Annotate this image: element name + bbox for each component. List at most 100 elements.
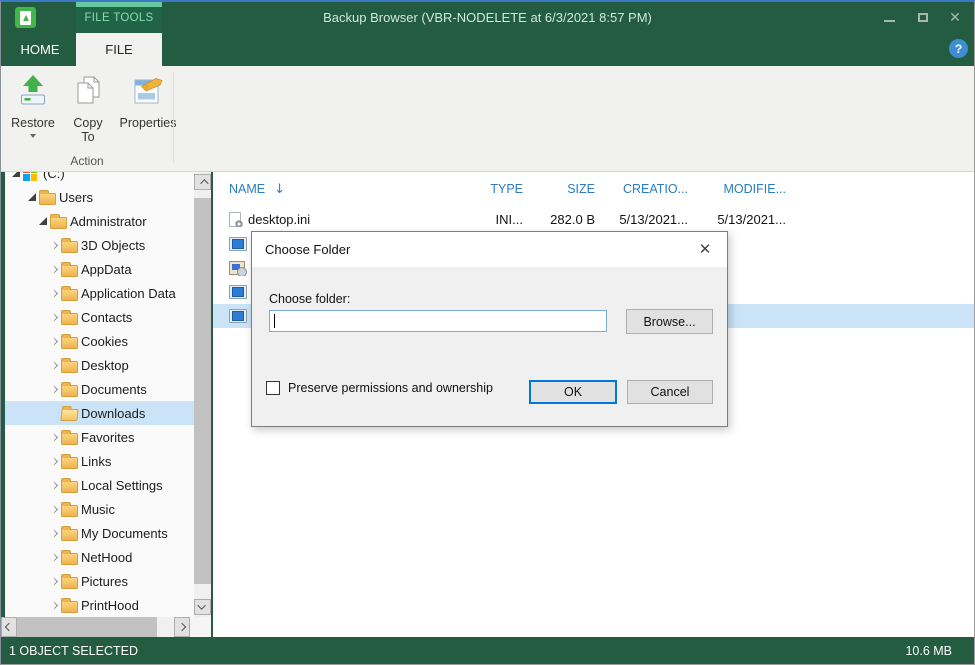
- collapsed-arrow-icon[interactable]: [47, 435, 61, 440]
- chevron-glyph: [50, 289, 57, 296]
- tree-item-favorites[interactable]: Favorites: [5, 425, 194, 449]
- chevron-glyph: [50, 481, 57, 488]
- file-row[interactable]: desktop.iniINI...282.0 B5/13/2021...5/13…: [213, 206, 974, 232]
- triangle-glyph: [28, 193, 36, 201]
- collapsed-arrow-icon[interactable]: [47, 267, 61, 272]
- ribbon-group-separator: [173, 72, 174, 163]
- folder-icon: [61, 430, 81, 445]
- scroll-left-icon[interactable]: [1, 617, 17, 637]
- column-header-label: TYPE: [490, 182, 523, 196]
- context-tab-file-tools[interactable]: FILE TOOLS: [76, 2, 162, 33]
- column-header-modified[interactable]: MODIFIE...: [690, 182, 788, 196]
- horizontal-scroll-thumb[interactable]: [17, 617, 157, 637]
- tree-item-links[interactable]: Links: [5, 449, 194, 473]
- copy-to-icon: [71, 73, 105, 112]
- collapsed-arrow-icon[interactable]: [47, 555, 61, 560]
- tree-vertical-scrollbar[interactable]: [194, 172, 211, 617]
- collapsed-arrow-icon[interactable]: [47, 483, 61, 488]
- tree-item-my-documents[interactable]: My Documents: [5, 521, 194, 545]
- column-header-name[interactable]: NAME↓: [213, 182, 455, 197]
- status-bar: 1 OBJECT SELECTED 10.6 MB: [1, 637, 974, 664]
- tree-item-label: PrintHood: [81, 598, 139, 613]
- close-icon[interactable]: ✕: [942, 2, 968, 33]
- tab-home[interactable]: HOME: [9, 33, 71, 66]
- collapsed-arrow-icon[interactable]: [47, 291, 61, 296]
- tree-item-pictures[interactable]: Pictures: [5, 569, 194, 593]
- folder-glyph: [50, 217, 67, 229]
- tree-item-music[interactable]: Music: [5, 497, 194, 521]
- chevron-glyph: [50, 577, 57, 584]
- chevron-glyph: [50, 313, 57, 320]
- collapsed-arrow-icon[interactable]: [47, 459, 61, 464]
- tree-item-users[interactable]: Users: [5, 185, 194, 209]
- restore-button[interactable]: Restore: [7, 70, 59, 156]
- tree-item-cookies[interactable]: Cookies: [5, 329, 194, 353]
- tree-item-label: Application Data: [81, 286, 176, 301]
- tree-item-local-settings[interactable]: Local Settings: [5, 473, 194, 497]
- collapsed-arrow-icon[interactable]: [47, 531, 61, 536]
- folder-icon: [50, 214, 70, 229]
- minimize-icon[interactable]: [876, 2, 902, 33]
- ok-button[interactable]: OK: [529, 380, 617, 404]
- ribbon: Restore Copy To: [1, 66, 974, 172]
- ribbon-tab-row: HOME FILE ?: [1, 33, 974, 66]
- tree-horizontal-scrollbar[interactable]: [1, 617, 212, 637]
- collapsed-arrow-icon[interactable]: [47, 339, 61, 344]
- choose-folder-dialog: Choose Folder ✕ Choose folder: Browse...…: [251, 231, 728, 427]
- tree-item-label: Contacts: [81, 310, 132, 325]
- column-header-type[interactable]: TYPE: [455, 182, 525, 196]
- help-icon[interactable]: ?: [949, 39, 968, 58]
- tree-item-desktop[interactable]: Desktop: [5, 353, 194, 377]
- file-creation-cell: 5/13/2021...: [597, 212, 690, 227]
- tree-item-application-data[interactable]: Application Data: [5, 281, 194, 305]
- collapsed-arrow-icon[interactable]: [47, 243, 61, 248]
- expanded-arrow-icon[interactable]: [25, 193, 39, 201]
- collapsed-arrow-icon[interactable]: [47, 579, 61, 584]
- tree-item-contacts[interactable]: Contacts: [5, 305, 194, 329]
- column-header-creation[interactable]: CREATIO...: [597, 182, 690, 196]
- status-selected-count: 1 OBJECT SELECTED: [9, 644, 138, 658]
- expanded-arrow-icon[interactable]: [9, 172, 23, 177]
- folder-glyph: [61, 313, 78, 325]
- triangle-glyph: [39, 217, 47, 225]
- tree-item-nethood[interactable]: NetHood: [5, 545, 194, 569]
- scroll-down-icon[interactable]: [194, 599, 211, 615]
- tree-item-label: My Documents: [81, 526, 168, 541]
- tree-item-downloads[interactable]: Downloads: [5, 401, 194, 425]
- file-type-cell: INI...: [455, 212, 525, 227]
- tab-file[interactable]: FILE: [76, 33, 162, 66]
- cancel-button[interactable]: Cancel: [627, 380, 713, 404]
- tree-item-administrator[interactable]: Administrator: [5, 209, 194, 233]
- tree-item-3d-objects[interactable]: 3D Objects: [5, 233, 194, 257]
- collapsed-arrow-icon[interactable]: [47, 507, 61, 512]
- tree-item-label: (C:): [43, 172, 65, 181]
- tree-item-c[interactable]: (C:): [5, 172, 194, 185]
- scroll-right-icon[interactable]: [174, 617, 190, 637]
- tree-item-label: Music: [81, 502, 115, 517]
- preserve-permissions-checkbox[interactable]: [266, 381, 280, 395]
- collapsed-arrow-icon[interactable]: [47, 603, 61, 608]
- copy-to-button[interactable]: Copy To: [65, 70, 111, 156]
- collapsed-arrow-icon[interactable]: [47, 387, 61, 392]
- installer-file-icon: [229, 261, 245, 275]
- properties-button[interactable]: Properties: [117, 70, 179, 156]
- vertical-scroll-thumb[interactable]: [194, 198, 211, 584]
- tree-item-documents[interactable]: Documents: [5, 377, 194, 401]
- folder-icon: [61, 310, 81, 325]
- expanded-arrow-icon[interactable]: [36, 217, 50, 225]
- choose-folder-input[interactable]: [270, 311, 606, 331]
- restore-page-glyph: [20, 11, 31, 25]
- tree-item-appdata[interactable]: AppData: [5, 257, 194, 281]
- folder-icon: [61, 526, 81, 541]
- folder-tree: (C:) UsersAdministrator3D ObjectsAppData A…: [5, 172, 194, 617]
- scroll-up-icon[interactable]: [194, 174, 211, 190]
- collapsed-arrow-icon[interactable]: [47, 363, 61, 368]
- collapsed-arrow-icon[interactable]: [47, 315, 61, 320]
- folder-icon: [61, 478, 81, 493]
- tree-item-printhood[interactable]: PrintHood: [5, 593, 194, 617]
- browse-button[interactable]: Browse...: [626, 309, 713, 334]
- dialog-close-icon[interactable]: ✕: [691, 236, 719, 262]
- column-header-size[interactable]: SIZE: [525, 182, 597, 196]
- maximize-icon[interactable]: [910, 2, 936, 33]
- dialog-title-bar[interactable]: Choose Folder ✕: [252, 232, 727, 267]
